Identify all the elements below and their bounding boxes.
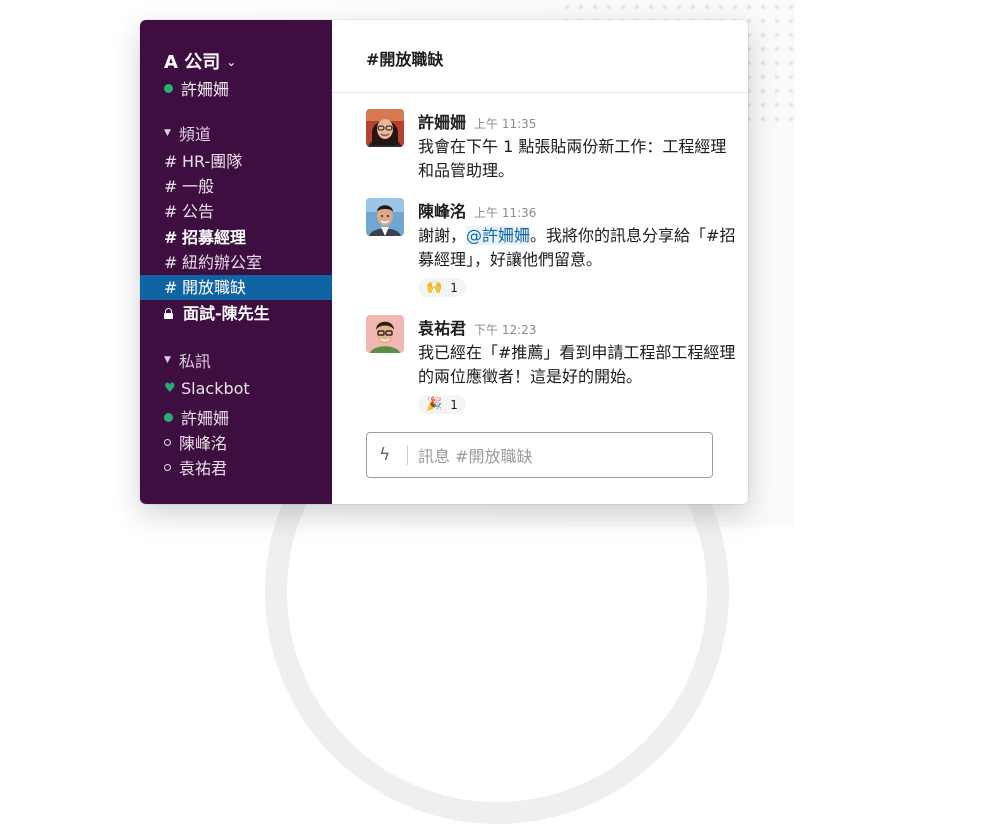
channel-label: 招募經理 <box>182 228 247 247</box>
hash-icon: # <box>164 228 178 247</box>
channel-label: 開放職缺 <box>182 278 247 297</box>
hash-icon: # <box>164 253 178 272</box>
composer-divider <box>407 445 408 465</box>
timestamp[interactable]: 下午 12:23 <box>474 321 536 338</box>
channel-label: 公告 <box>182 202 215 221</box>
channel-label: 面試-陳先生 <box>183 304 270 323</box>
lock-icon <box>164 308 173 319</box>
current-user[interactable]: 許姍姍 <box>164 76 229 100</box>
message-text: 我會在下午 1 點張貼兩份新工作：工程經理和品管助理。 <box>418 137 727 180</box>
sidebar-dm-chen[interactable]: 陳峰洺 <box>164 430 227 454</box>
online-status-icon <box>164 412 173 422</box>
message-text: 我已經在「#推薦」看到申請工程部工程經理的兩位應徵者！這是好的開始。 <box>418 343 736 386</box>
away-status-icon <box>164 463 171 471</box>
workspace-switcher[interactable]: A 公司 ⌄ <box>164 48 236 74</box>
chevron-down-icon: ⌄ <box>226 55 237 69</box>
sidebar-channel-announcements[interactable]: # 公告 <box>140 199 332 224</box>
dm-label: 陳峰洺 <box>179 434 228 453</box>
message-composer[interactable]: ϟ 訊息 #開放職缺 <box>366 432 713 478</box>
channels-header-label: 頻道 <box>178 125 211 144</box>
lightning-bolt-icon[interactable]: ϟ <box>379 445 399 465</box>
message-text: 謝謝，@許姍姍。我將你的訊息分享給「#招募經理」，好讓他們留意。 <box>418 224 738 272</box>
hash-icon: # <box>164 177 178 196</box>
party-popper-icon: 🎉 <box>426 397 443 412</box>
dms-section-header[interactable]: ▼ 私訊 <box>164 348 211 372</box>
dm-label: 袁祐君 <box>179 459 228 478</box>
message: 陳峰洺 上午 11:36 謝謝，@許姍姍。我將你的訊息分享給「#招募經理」，好讓… <box>366 198 738 297</box>
timestamp[interactable]: 上午 11:35 <box>474 115 536 132</box>
sidebar-channel-hiring-managers[interactable]: # 招募經理 <box>140 225 332 250</box>
raised-hands-icon: 🙌 <box>426 280 443 295</box>
avatar[interactable] <box>366 315 404 353</box>
channels-section-header[interactable]: ▼ 頻道 <box>164 121 211 145</box>
reaction-pill[interactable]: 🙌 1 <box>418 278 466 297</box>
caret-down-icon: ▼ <box>164 128 171 138</box>
channel-label: 紐約辦公室 <box>182 253 263 272</box>
channel-label: HR-團隊 <box>182 152 243 171</box>
avatar[interactable] <box>366 198 404 236</box>
dm-label: 許姍姍 <box>181 409 230 428</box>
avatar[interactable] <box>366 109 404 147</box>
message-text-part: 謝謝， <box>418 226 467 245</box>
current-user-name: 許姍姍 <box>181 80 230 99</box>
workspace-name: A 公司 <box>164 52 221 73</box>
message: 許姍姍 上午 11:35 我會在下午 1 點張貼兩份新工作：工程經理和品管助理。 <box>366 109 738 183</box>
channel-label: 一般 <box>182 177 215 196</box>
reaction-count: 1 <box>450 280 458 295</box>
hash-icon: # <box>164 202 178 221</box>
sidebar-channel-interview-chen[interactable]: 面試-陳先生 <box>140 301 332 326</box>
sender-name[interactable]: 袁祐君 <box>418 315 466 339</box>
away-status-icon <box>164 438 171 446</box>
sidebar: A 公司 ⌄ 許姍姍 ▼ 頻道 # HR-團隊 # 一般 # 公告 # 招募經理… <box>140 20 332 504</box>
message: 袁祐君 下午 12:23 我已經在「#推薦」看到申請工程部工程經理的兩位應徵者！… <box>366 315 738 414</box>
dm-label: Slackbot <box>181 379 250 398</box>
user-mention[interactable]: @許姍姍 <box>466 226 531 245</box>
online-status-icon <box>164 83 173 93</box>
channel-header: #開放職缺 <box>332 20 748 93</box>
sidebar-channel-ny-office[interactable]: # 紐約辦公室 <box>140 250 332 275</box>
channel-pane: #開放職缺 許姍姍 上午 11:35 我會在下午 1 點張貼兩份新工作：工程經理… <box>332 20 748 504</box>
sidebar-dm-slackbot[interactable]: ♥ Slackbot <box>164 379 250 398</box>
sender-name[interactable]: 陳峰洺 <box>418 198 466 222</box>
slack-window: A 公司 ⌄ 許姍姍 ▼ 頻道 # HR-團隊 # 一般 # 公告 # 招募經理… <box>140 20 748 504</box>
sidebar-dm-yuan[interactable]: 袁祐君 <box>164 455 227 479</box>
heart-icon: ♥ <box>164 381 176 396</box>
sidebar-channel-general[interactable]: # 一般 <box>140 174 332 199</box>
sender-name[interactable]: 許姍姍 <box>418 109 466 133</box>
reaction-count: 1 <box>450 397 458 412</box>
hash-icon: # <box>164 278 178 297</box>
sidebar-dm-xu[interactable]: 許姍姍 <box>164 405 229 429</box>
hash-icon: # <box>164 152 178 171</box>
timestamp[interactable]: 上午 11:36 <box>474 204 536 221</box>
reaction-pill[interactable]: 🎉 1 <box>418 395 466 414</box>
sidebar-channel-hr-team[interactable]: # HR-團隊 <box>140 149 332 174</box>
caret-down-icon: ▼ <box>164 355 171 365</box>
sidebar-channel-open-positions[interactable]: # 開放職缺 <box>140 275 332 300</box>
channel-title[interactable]: #開放職缺 <box>366 50 443 69</box>
composer-placeholder[interactable]: 訊息 #開放職缺 <box>418 443 533 467</box>
dms-header-label: 私訊 <box>178 352 211 371</box>
